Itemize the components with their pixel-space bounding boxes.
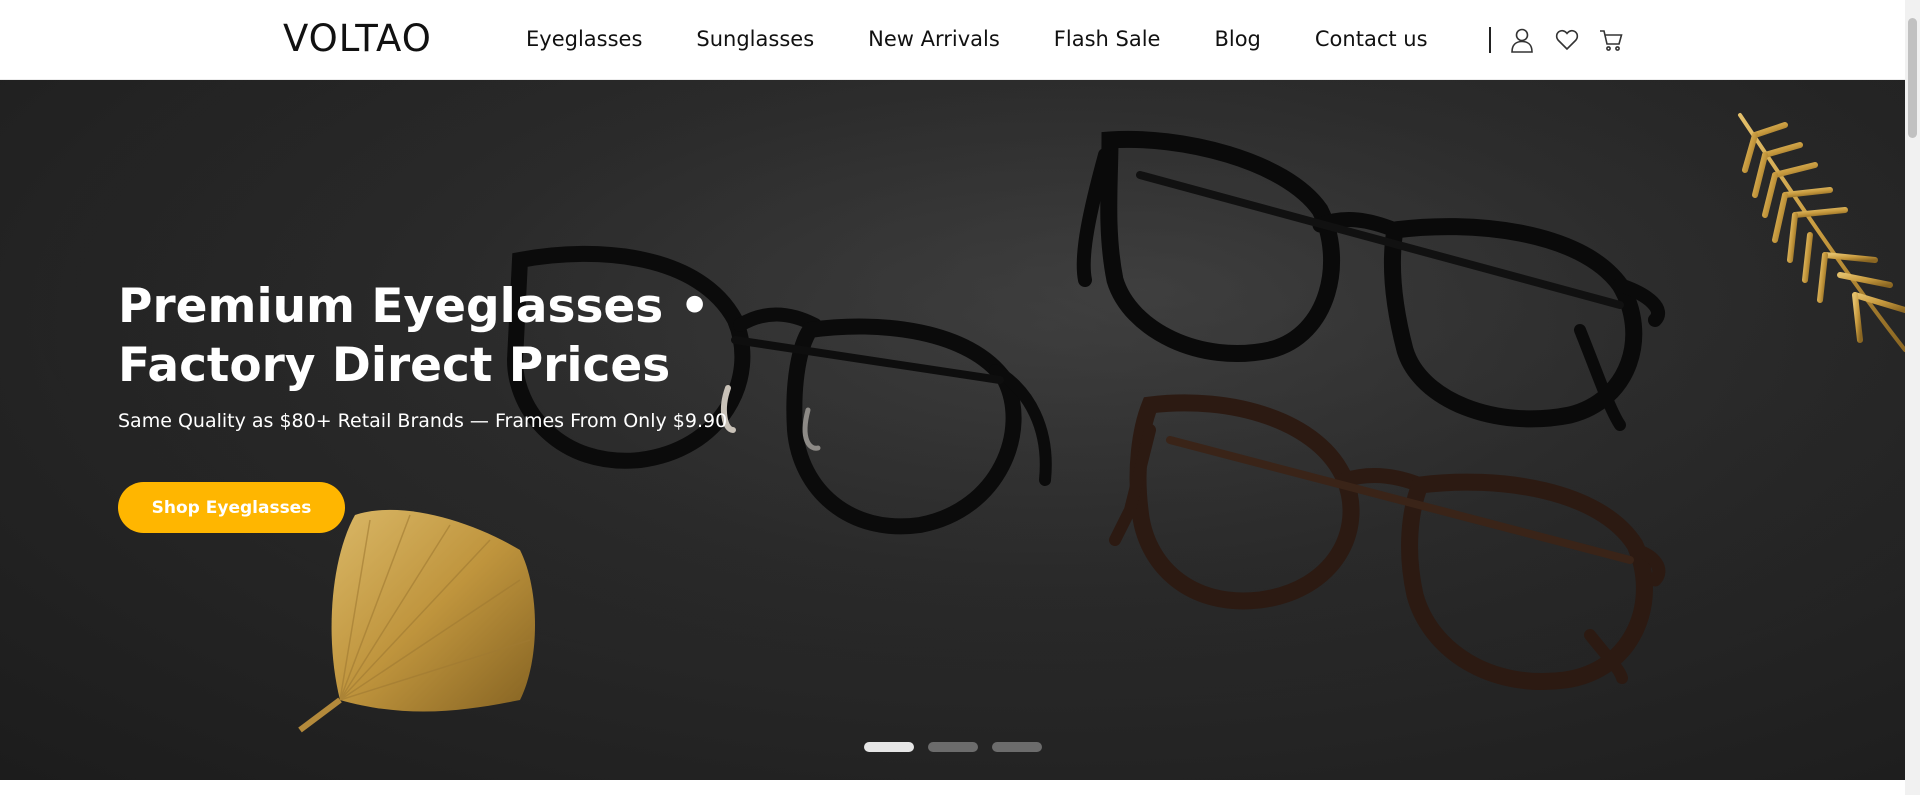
hero-title-line2: Factory Direct Prices [118,338,671,393]
nav-item-flash-sale[interactable]: Flash Sale [1054,27,1161,51]
hero-title-line1: Premium Eyeglasses • [118,279,710,334]
cart-icon[interactable] [1598,26,1624,54]
brand-logo[interactable]: VOLTAO [283,17,432,60]
nav-item-contact-us[interactable]: Contact us [1315,27,1428,51]
shop-eyeglasses-button[interactable]: Shop Eyeglasses [118,482,345,533]
heart-icon[interactable] [1554,26,1580,54]
carousel-dot-2[interactable] [928,742,978,752]
nav-item-blog[interactable]: Blog [1214,27,1260,51]
nav-item-eyeglasses[interactable]: Eyeglasses [526,27,642,51]
hero-subtitle: Same Quality as $80+ Retail Brands — Fra… [118,410,728,432]
scrollbar-thumb[interactable] [1908,18,1917,138]
nav-item-sunglasses[interactable]: Sunglasses [696,27,814,51]
main-nav: Eyeglasses Sunglasses New Arrivals Flash… [526,27,1428,51]
header-divider [1489,27,1491,53]
user-icon[interactable] [1509,26,1535,54]
carousel-pagination [864,742,1042,752]
carousel-dot-1[interactable] [864,742,914,752]
site-header: VOLTAO Eyeglasses Sunglasses New Arrival… [0,0,1905,80]
carousel-dot-3[interactable] [992,742,1042,752]
nav-item-new-arrivals[interactable]: New Arrivals [868,27,1000,51]
hero-title: Premium Eyeglasses • Factory Direct Pric… [118,277,710,395]
page-scrollbar[interactable] [1905,0,1920,795]
hero-banner: Premium Eyeglasses • Factory Direct Pric… [0,80,1905,780]
